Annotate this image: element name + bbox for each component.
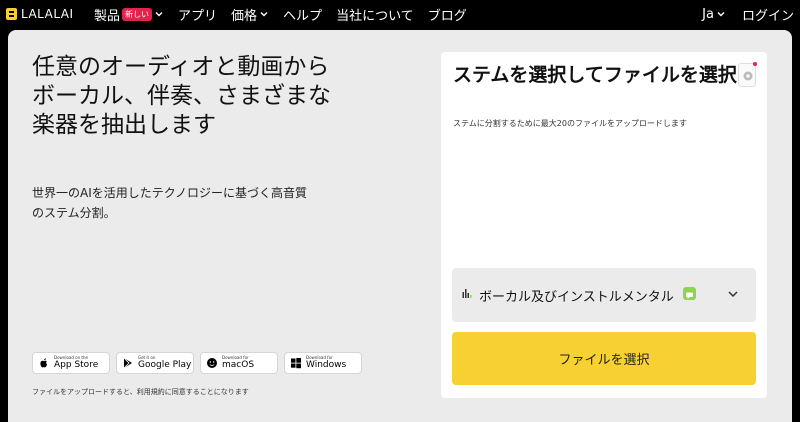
windows-icon xyxy=(291,358,301,369)
nav-item-help[interactable]: ヘルプ xyxy=(283,5,322,24)
upload-description: ステムに分割するために最大20のファイルをアップロードします xyxy=(453,119,687,128)
nav-item-label: 製品 xyxy=(94,8,121,24)
stem-select-label: ボーカル及びインストルメンタル xyxy=(479,290,674,305)
select-file-button[interactable]: ファイルを選択 xyxy=(452,332,756,385)
macos-button[interactable]: Download for macOS xyxy=(200,352,278,374)
main-nav: 製品 新しい アプリ 価格 ヘルプ 当社について ブログ xyxy=(94,3,481,25)
language-label: Ja xyxy=(702,6,714,22)
brand-logo[interactable]: LALALAI xyxy=(6,4,74,24)
language-selector[interactable]: Ja xyxy=(702,7,726,22)
chevron-down-icon xyxy=(728,291,738,298)
google-play-icon xyxy=(123,357,132,369)
store-name: macOS xyxy=(222,360,255,370)
hero-subtext: 世界一のAIを活用したテクノロジーに基づく高音質のステム分割。 xyxy=(32,186,308,220)
nav-item-blog[interactable]: ブログ xyxy=(428,5,467,24)
logo-icon xyxy=(6,8,17,20)
nav-item-pricing[interactable]: 価格 xyxy=(231,5,269,24)
chat-badge-icon xyxy=(683,287,696,300)
settings-button[interactable] xyxy=(738,63,756,87)
nav-item-label: 当社について xyxy=(336,8,414,24)
chevron-down-icon xyxy=(717,12,725,17)
nav-item-label: アプリ xyxy=(178,8,218,24)
windows-button[interactable]: Download for Windows xyxy=(284,352,362,374)
chevron-down-icon xyxy=(155,12,163,17)
notification-dot xyxy=(753,62,757,66)
upload-title: ステムを選択してファイルを選択 xyxy=(453,64,737,86)
store-buttons: Download on the App Store Get it on Goog… xyxy=(32,352,368,374)
nav-item-label: ブログ xyxy=(427,8,467,24)
new-badge: 新しい xyxy=(122,7,153,21)
store-name: App Store xyxy=(54,360,99,370)
waveform-icon xyxy=(462,289,472,298)
stem-select[interactable]: ボーカル及びインストルメンタル xyxy=(452,268,756,322)
apple-icon xyxy=(40,358,48,368)
nav-right: Ja ログイン xyxy=(702,3,794,25)
app-store-button[interactable]: Download on the App Store xyxy=(32,352,110,374)
nav-item-products[interactable]: 製品 新しい xyxy=(94,5,164,24)
hero-headline: 任意のオーディオと動画からボーカル、伴奏、さまざまな楽器を抽出します xyxy=(32,54,331,138)
nav-item-about[interactable]: 当社について xyxy=(336,5,414,24)
store-name: Google Play xyxy=(138,360,192,370)
macos-icon xyxy=(207,358,217,368)
upload-card: ステムを選択してファイルを選択 ステムに分割するために最大20のファイルをアップ… xyxy=(441,52,767,398)
store-name: Windows xyxy=(306,360,347,370)
terms-notice: ファイルをアップロードすると、利用規約に同意することになります xyxy=(32,388,249,396)
nav-item-apps[interactable]: アプリ xyxy=(178,5,217,24)
chevron-down-icon xyxy=(260,12,268,17)
main-panel: 任意のオーディオと動画からボーカル、伴奏、さまざまな楽器を抽出します 世界一のA… xyxy=(8,30,792,422)
login-link[interactable]: ログイン xyxy=(742,5,794,24)
gear-icon xyxy=(743,71,753,81)
top-nav-bar: LALALAI 製品 新しい アプリ 価格 ヘルプ 当社について ブログ Ja … xyxy=(0,0,800,28)
brand-name: LALALAI xyxy=(21,7,74,21)
google-play-button[interactable]: Get it on Google Play xyxy=(116,352,194,374)
nav-item-label: 価格 xyxy=(231,8,258,24)
nav-item-label: ヘルプ xyxy=(283,8,323,24)
